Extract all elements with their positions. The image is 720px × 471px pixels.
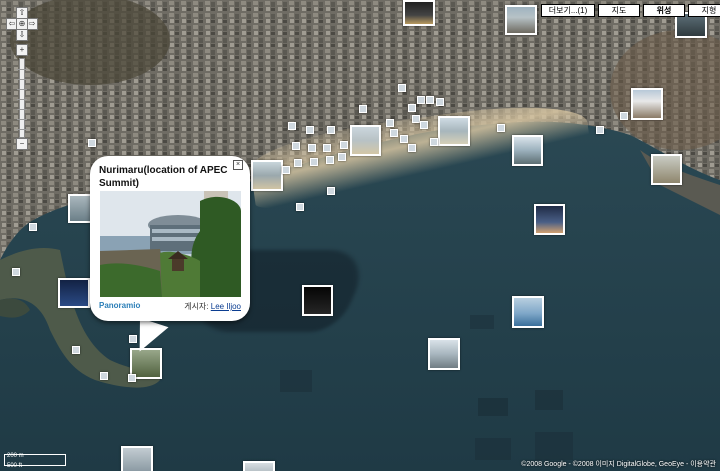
photo-marker[interactable]: [400, 135, 408, 143]
photo-marker[interactable]: [294, 159, 302, 167]
photo-marker[interactable]: [128, 374, 136, 382]
more-button[interactable]: 더보기...(1): [541, 4, 595, 17]
terrain-button[interactable]: 지형: [688, 4, 720, 17]
photo-marker[interactable]: [323, 144, 331, 152]
photo-thumbnail[interactable]: [428, 338, 460, 370]
popup-poster: 게시자: Lee Iljoo: [184, 301, 241, 312]
photo-marker[interactable]: [420, 121, 428, 129]
photo-thumbnail[interactable]: [403, 0, 435, 26]
photo-thumbnail[interactable]: [438, 116, 470, 146]
photo-marker[interactable]: [100, 372, 108, 380]
photo-marker[interactable]: [306, 126, 314, 134]
photo-marker[interactable]: [596, 126, 604, 134]
satellite-map[interactable]: ⇧ ⇦ ⇨ ⊕ ⇩ + − 더보기...(1) 지도 위성 지형 Nurimar…: [0, 0, 720, 471]
photo-marker[interactable]: [398, 84, 406, 92]
popup-photo[interactable]: [100, 191, 241, 297]
map-type-bar: 더보기...(1) 지도 위성 지형: [541, 4, 720, 17]
photo-thumbnail[interactable]: [512, 296, 544, 328]
photo-marker[interactable]: [430, 138, 438, 146]
photo-marker[interactable]: [308, 144, 316, 152]
photo-thumbnail[interactable]: [512, 135, 543, 166]
scale-imperial: 500 ft: [7, 463, 23, 469]
poster-label: 게시자:: [184, 302, 209, 311]
photo-thumbnail[interactable]: [350, 125, 381, 156]
photo-marker[interactable]: [29, 223, 37, 231]
photo-thumbnail[interactable]: [68, 194, 92, 223]
photo-marker[interactable]: [390, 129, 398, 137]
photo-marker[interactable]: [327, 187, 335, 195]
zoom-out-button[interactable]: −: [16, 138, 28, 150]
photo-marker[interactable]: [327, 126, 335, 134]
photo-marker[interactable]: [412, 115, 420, 123]
photo-marker[interactable]: [310, 158, 318, 166]
poster-link[interactable]: Lee Iljoo: [211, 302, 241, 311]
photo-marker[interactable]: [288, 122, 296, 130]
photo-marker[interactable]: [408, 144, 416, 152]
zoom-in-button[interactable]: +: [16, 44, 28, 56]
photo-thumbnail[interactable]: [121, 446, 153, 471]
photo-thumbnail[interactable]: [651, 154, 682, 185]
photo-marker[interactable]: [338, 153, 346, 161]
zoom-slider[interactable]: [17, 58, 27, 138]
photo-thumbnail[interactable]: [302, 285, 333, 316]
photo-thumbnail[interactable]: [631, 88, 663, 120]
photo-thumbnail[interactable]: [243, 461, 275, 471]
map-button[interactable]: 지도: [598, 4, 640, 17]
photo-marker[interactable]: [326, 156, 334, 164]
photo-marker[interactable]: [88, 139, 96, 147]
photo-marker[interactable]: [359, 105, 367, 113]
photo-marker[interactable]: [296, 203, 304, 211]
photo-thumbnail[interactable]: [58, 278, 90, 308]
photo-marker[interactable]: [408, 104, 416, 112]
photo-thumbnail[interactable]: [251, 160, 283, 191]
photo-marker[interactable]: [12, 268, 20, 276]
photo-info-window: Nurimaru(location of APEC Summit) × Pano…: [90, 156, 250, 321]
scale-metric: 200 m: [7, 453, 24, 459]
close-icon[interactable]: ×: [233, 160, 243, 170]
pan-down-button[interactable]: ⇩: [16, 29, 28, 41]
photo-thumbnail[interactable]: [505, 5, 537, 35]
photo-thumbnail[interactable]: [534, 204, 565, 235]
panoramio-logo: Panoramio: [99, 301, 141, 310]
photo-marker[interactable]: [72, 346, 80, 354]
copyright-notice[interactable]: ©2008 Google - ©2008 이미지 DigitalGlobe, G…: [521, 459, 716, 469]
photo-marker[interactable]: [620, 112, 628, 120]
satellite-button[interactable]: 위성: [643, 4, 685, 17]
photo-marker[interactable]: [340, 141, 348, 149]
photo-marker[interactable]: [417, 96, 425, 104]
photo-marker[interactable]: [386, 119, 394, 127]
photo-marker[interactable]: [436, 98, 444, 106]
scale-bar: 200 m 500 ft: [4, 452, 68, 469]
photo-marker[interactable]: [426, 96, 434, 104]
photo-marker[interactable]: [282, 166, 290, 174]
popup-title: Nurimaru(location of APEC Summit): [99, 165, 228, 189]
photo-marker[interactable]: [497, 124, 505, 132]
photo-marker[interactable]: [292, 142, 300, 150]
